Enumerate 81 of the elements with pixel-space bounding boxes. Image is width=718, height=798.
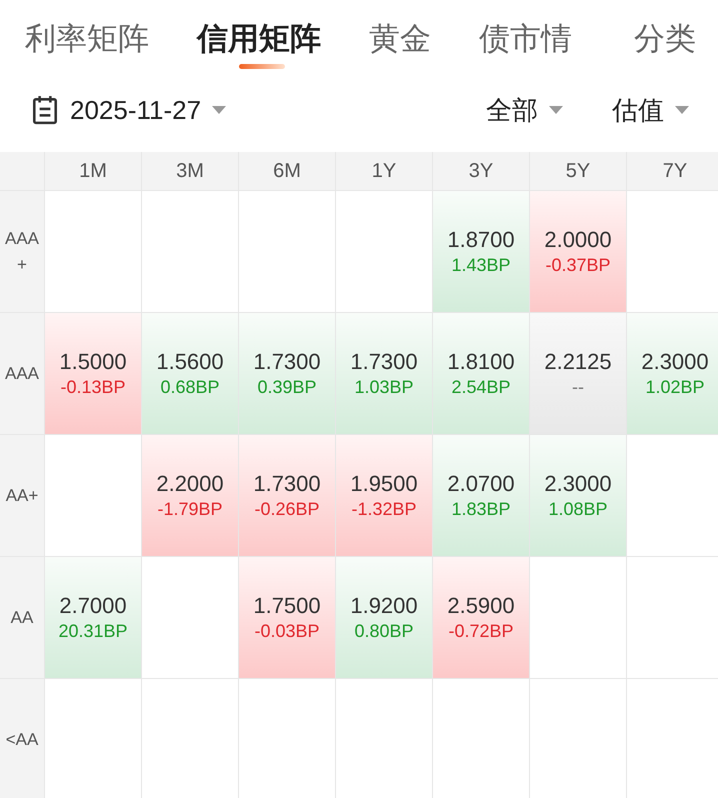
yield-change: -0.37BP [545, 255, 611, 276]
scope-dropdown[interactable]: 全部 [486, 92, 564, 128]
table-cell[interactable]: 2.3000 1.08BP [530, 435, 626, 556]
yield-change: -0.13BP [60, 377, 126, 398]
row-header: <AA [0, 679, 44, 798]
dropdown-label: 估值 [612, 94, 664, 126]
yield-value: 1.5600 [156, 349, 224, 375]
table-cell[interactable]: 1.5600 0.68BP [142, 313, 238, 434]
table-cell[interactable]: 1.8100 2.54BP [433, 313, 529, 434]
table-cell[interactable]: 2.2000 -1.79BP [142, 435, 238, 556]
yield-value: 1.7300 [253, 349, 321, 375]
yield-change: 20.31BP [58, 621, 128, 642]
yield-value: 2.5900 [447, 593, 515, 619]
row-header: AAA + [0, 191, 44, 312]
active-tab-indicator [239, 64, 285, 69]
yield-change: -0.03BP [254, 621, 320, 642]
caret-icon [548, 105, 564, 115]
column-header: 1M [45, 152, 141, 190]
row-header: AAA [0, 313, 44, 434]
table-cell[interactable]: 2.0700 1.83BP [433, 435, 529, 556]
yield-value: 2.2125 [544, 349, 612, 375]
yield-value: 1.9500 [350, 471, 418, 497]
table-cell[interactable]: 1.9200 0.80BP [336, 557, 432, 678]
table-cell[interactable]: 1.7300 1.03BP [336, 313, 432, 434]
tab[interactable]: 信用矩阵 [197, 19, 321, 59]
date-picker[interactable]: 2025-11-27 [70, 94, 228, 126]
yield-value: 2.3000 [641, 349, 709, 375]
yield-value: 1.7500 [253, 593, 321, 619]
yield-change: 1.02BP [645, 377, 705, 398]
measure-dropdown[interactable]: 估值 [612, 92, 690, 128]
calendar-icon [32, 95, 58, 125]
column-header: 1Y [336, 152, 432, 190]
yield-value: 1.8700 [447, 227, 515, 253]
yield-change: -1.32BP [351, 499, 417, 520]
yield-change: 0.39BP [257, 377, 317, 398]
yield-value: 2.7000 [59, 593, 127, 619]
tab[interactable]: 利率矩阵 [25, 19, 149, 59]
yield-value: 1.9200 [350, 593, 418, 619]
table-cell[interactable]: 2.0000 -0.37BP [530, 191, 626, 312]
caret-icon [211, 105, 228, 115]
tab[interactable]: 债市情 [479, 19, 572, 59]
table-cell[interactable]: 1.9500 -1.32BP [336, 435, 432, 556]
yield-change: -0.72BP [448, 621, 514, 642]
yield-value: 2.0700 [447, 471, 515, 497]
table-cell[interactable]: 2.3000 1.02BP [627, 313, 718, 434]
column-header: 3Y [433, 152, 529, 190]
table-cell[interactable]: 2.7000 20.31BP [45, 557, 141, 678]
yield-change: -0.26BP [254, 499, 320, 520]
yield-change: 0.68BP [160, 377, 220, 398]
yield-value: 1.7300 [350, 349, 418, 375]
yield-value: 2.0000 [544, 227, 612, 253]
caret-icon [674, 105, 690, 115]
header-corner [0, 152, 44, 190]
yield-value: 2.3000 [544, 471, 612, 497]
yield-value: 1.7300 [253, 471, 321, 497]
table-cell[interactable]: 2.5900 -0.72BP [433, 557, 529, 678]
yield-change: 1.08BP [548, 499, 608, 520]
table-cell[interactable]: 1.7500 -0.03BP [239, 557, 335, 678]
yield-value: 1.8100 [447, 349, 515, 375]
column-header: 6M [239, 152, 335, 190]
yield-value: 2.2000 [156, 471, 224, 497]
yield-change: 1.43BP [451, 255, 511, 276]
yield-change: -1.79BP [157, 499, 223, 520]
column-header: 7Y [627, 152, 718, 190]
yield-change: 2.54BP [451, 377, 511, 398]
table-cell[interactable]: 1.7300 0.39BP [239, 313, 335, 434]
row-header: AA [0, 557, 44, 678]
table-cell[interactable]: 1.8700 1.43BP [433, 191, 529, 312]
yield-change: 1.03BP [354, 377, 414, 398]
yield-change: 1.83BP [451, 499, 511, 520]
yield-value: 1.5000 [59, 349, 127, 375]
row-header: AA+ [0, 435, 44, 556]
yield-change: 0.80BP [354, 621, 414, 642]
table-cell[interactable]: 1.7300 -0.26BP [239, 435, 335, 556]
column-header: 5Y [530, 152, 626, 190]
dropdown-label: 全部 [486, 94, 538, 126]
tab[interactable]: 黄金 [369, 19, 431, 59]
date-text: 2025-11-27 [70, 94, 202, 126]
table-cell[interactable]: 1.5000 -0.13BP [45, 313, 141, 434]
column-header: 3M [142, 152, 238, 190]
yield-change: -- [572, 377, 584, 398]
